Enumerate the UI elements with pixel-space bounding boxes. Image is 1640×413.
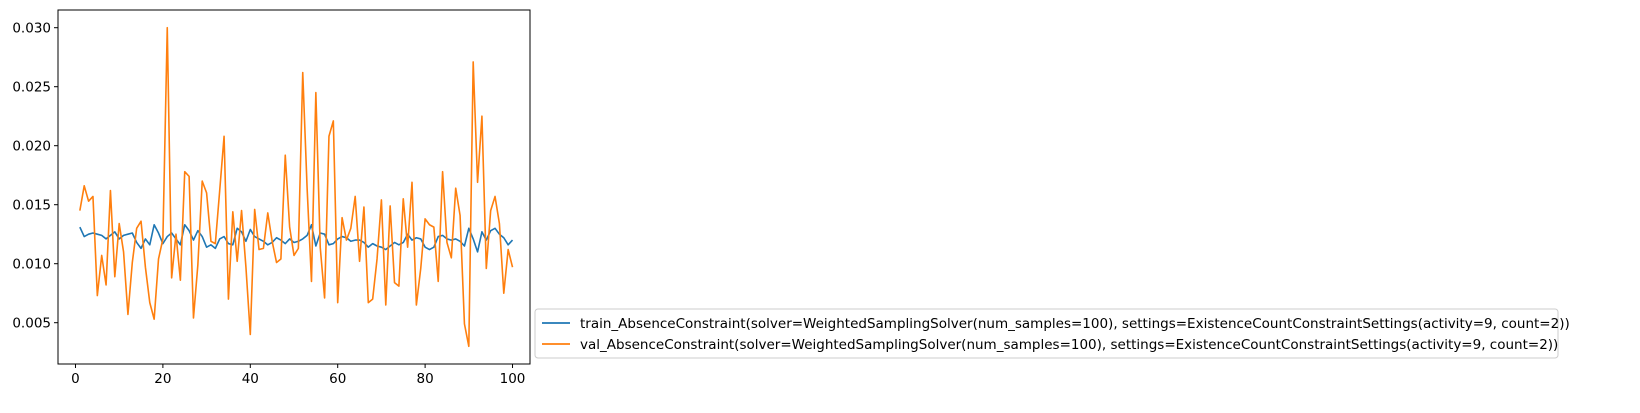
legend: train_AbsenceConstraint(solver=WeightedS… bbox=[534, 308, 1570, 359]
y-tick-label-3: 0.020 bbox=[12, 139, 51, 155]
series-line-0 bbox=[79, 223, 514, 253]
y-tick-label-1: 0.010 bbox=[12, 257, 51, 273]
x-tick-label-1: 20 bbox=[154, 371, 171, 387]
y-tick-label-2: 0.015 bbox=[12, 198, 51, 214]
x-tick-label-3: 60 bbox=[329, 371, 346, 387]
legend-label-0: train_AbsenceConstraint(solver=WeightedS… bbox=[580, 316, 1570, 332]
y-axis: 0.005 0.010 0.015 0.020 0.025 0.030 bbox=[12, 21, 58, 332]
y-tick-label-5: 0.030 bbox=[12, 21, 51, 37]
y-tick-label-4: 0.025 bbox=[12, 80, 51, 96]
series-line-1 bbox=[79, 26, 514, 348]
x-axis: 0 20 40 60 80 100 bbox=[71, 364, 525, 387]
x-tick-label-5: 100 bbox=[500, 371, 526, 387]
x-tick-label-0: 0 bbox=[71, 371, 80, 387]
x-tick-label-2: 40 bbox=[242, 371, 259, 387]
line-chart: 0 20 40 60 80 100 0.0050.0100.0150.0200.0250.… bbox=[12, 9, 1570, 387]
x-tick-label-4: 80 bbox=[417, 371, 434, 387]
y-tick-label-0: 0.005 bbox=[12, 316, 51, 332]
series-layer bbox=[79, 26, 514, 348]
legend-label-1: val_AbsenceConstraint(solver=WeightedSam… bbox=[580, 337, 1558, 353]
